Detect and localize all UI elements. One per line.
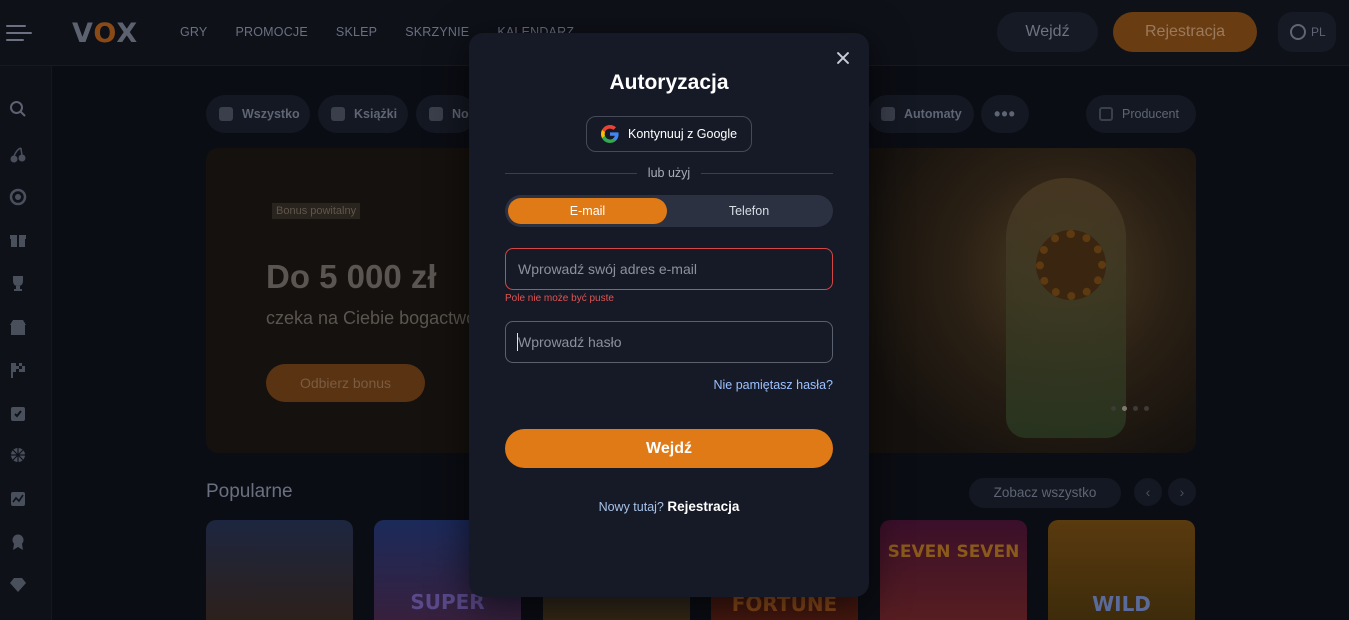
wheel-icon[interactable] bbox=[9, 446, 27, 464]
game-card[interactable] bbox=[206, 520, 353, 620]
login-submit-button[interactable]: Wejdź bbox=[505, 429, 833, 468]
text-cursor bbox=[517, 333, 518, 351]
hero-claim-button[interactable]: Odbierz bonus bbox=[266, 364, 425, 402]
cherries-icon bbox=[219, 107, 233, 121]
globe-icon bbox=[1290, 24, 1306, 40]
forgot-password-link[interactable]: Nie pamiętasz hasła? bbox=[713, 378, 833, 392]
carousel-dot[interactable] bbox=[1133, 406, 1138, 411]
hero-subtitle: czeka na Ciebie bogactwo bbox=[266, 308, 477, 328]
google-login-label: Kontynuuj z Google bbox=[628, 127, 738, 141]
language-label: PL bbox=[1311, 25, 1326, 39]
provider-label: Producent bbox=[1122, 107, 1179, 121]
nav-item-promotions[interactable]: PROMOCJE bbox=[235, 25, 307, 39]
more-categories-button[interactable]: ••• bbox=[981, 95, 1029, 133]
category-label: Książki bbox=[354, 107, 398, 121]
carousel-dot[interactable] bbox=[1111, 406, 1116, 411]
auth-modal: Autoryzacja Kontynuuj z Google lub użyj … bbox=[469, 33, 869, 597]
gift-icon[interactable] bbox=[9, 231, 27, 249]
logo[interactable]: VOX bbox=[72, 18, 138, 49]
more-dots-icon: ••• bbox=[994, 104, 1016, 124]
badge-icon[interactable] bbox=[9, 533, 27, 551]
popular-title: Popularne bbox=[206, 481, 293, 502]
carousel-dot-active[interactable] bbox=[1122, 406, 1127, 411]
filter-icon bbox=[1099, 107, 1113, 121]
header-login-button[interactable]: Wejdź bbox=[997, 12, 1098, 52]
slot-machine-icon bbox=[881, 107, 895, 121]
books-icon bbox=[331, 107, 345, 121]
register-prompt: Nowy tutaj? Rejestracja bbox=[469, 499, 869, 514]
category-slots[interactable]: Automaty bbox=[868, 95, 974, 133]
category-new[interactable]: No bbox=[416, 95, 476, 133]
email-error-message: Pole nie może być puste bbox=[505, 293, 614, 304]
next-arrow-icon[interactable]: › bbox=[1168, 478, 1196, 506]
trophy-icon[interactable] bbox=[9, 274, 27, 292]
login-method-switch: E-mail Telefon bbox=[505, 195, 833, 227]
carousel-dot[interactable] bbox=[1144, 406, 1149, 411]
register-prompt-text: Nowy tutaj? bbox=[598, 500, 664, 514]
nav-item-games[interactable]: GRY bbox=[180, 25, 207, 39]
carousel-dots bbox=[1111, 406, 1149, 411]
statistics-icon[interactable] bbox=[9, 490, 27, 508]
see-all-button[interactable]: Zobacz wszystko bbox=[969, 478, 1121, 508]
cube-icon bbox=[429, 107, 443, 121]
chip-icon[interactable] bbox=[9, 188, 27, 206]
tab-email[interactable]: E-mail bbox=[508, 198, 667, 224]
google-login-button[interactable]: Kontynuuj z Google bbox=[586, 116, 752, 152]
category-label: Automaty bbox=[904, 107, 962, 121]
prev-arrow-icon[interactable]: ‹ bbox=[1134, 478, 1162, 506]
shop-icon[interactable] bbox=[9, 318, 27, 336]
header-register-button[interactable]: Rejestracja bbox=[1113, 12, 1257, 52]
sidebar bbox=[0, 66, 52, 620]
modal-title: Autoryzacja bbox=[609, 71, 729, 94]
close-icon[interactable] bbox=[834, 49, 852, 67]
nav-item-shop[interactable]: SKLEP bbox=[336, 25, 377, 39]
hero-title: Do 5 000 zł bbox=[266, 258, 437, 295]
category-label: Wszystko bbox=[242, 107, 300, 121]
menu-icon[interactable] bbox=[6, 22, 32, 44]
password-field[interactable]: Wprowadź hasło bbox=[505, 321, 833, 363]
email-field[interactable]: Wprowadź swój adres e-mail bbox=[505, 248, 833, 290]
password-placeholder: Wprowadź hasło bbox=[518, 334, 622, 350]
email-placeholder: Wprowadź swój adres e-mail bbox=[518, 261, 697, 277]
nav-item-chests[interactable]: SKRZYNIE bbox=[405, 25, 469, 39]
game-card[interactable]: WILD bbox=[1048, 520, 1195, 620]
google-icon bbox=[601, 125, 619, 143]
category-label: No bbox=[452, 107, 469, 121]
cherries-icon[interactable] bbox=[9, 146, 27, 164]
calendar-icon[interactable] bbox=[9, 404, 27, 422]
hero-tag: Bonus powitalny bbox=[272, 203, 361, 219]
tab-phone[interactable]: Telefon bbox=[667, 198, 831, 224]
race-flag-icon[interactable] bbox=[9, 361, 27, 379]
search-icon[interactable] bbox=[9, 100, 27, 118]
language-selector[interactable]: PL bbox=[1278, 12, 1336, 52]
category-all[interactable]: Wszystko bbox=[206, 95, 310, 133]
category-books[interactable]: Książki bbox=[318, 95, 408, 133]
register-link[interactable]: Rejestracja bbox=[667, 499, 739, 514]
divider-text: lub użyj bbox=[637, 166, 701, 180]
diamond-icon[interactable] bbox=[9, 576, 27, 594]
provider-filter[interactable]: Producent bbox=[1086, 95, 1196, 133]
game-card[interactable]: SEVEN SEVEN bbox=[880, 520, 1027, 620]
